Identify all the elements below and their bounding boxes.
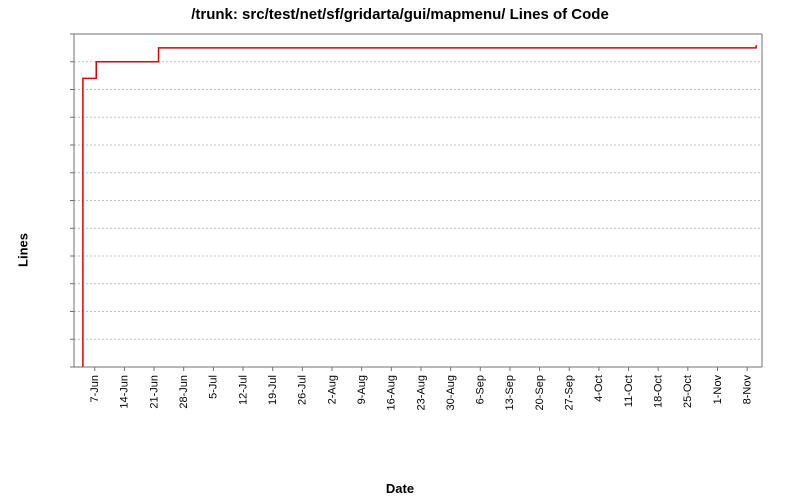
x-tick-label: 19-Jul bbox=[267, 375, 279, 405]
x-tick-label: 30-Aug bbox=[445, 375, 457, 410]
x-tick-label: 11-Oct bbox=[623, 375, 635, 407]
x-tick-label: 4-Oct bbox=[593, 375, 605, 402]
chart-title: /trunk: src/test/net/sf/gridarta/gui/map… bbox=[0, 6, 800, 23]
x-tick-label: 8-Nov bbox=[741, 375, 753, 405]
x-tick-label: 28-Jun bbox=[178, 375, 190, 409]
x-axis-label: Date bbox=[0, 481, 800, 496]
x-tick-label: 27-Sep bbox=[564, 375, 576, 410]
plot-area: 01020304050607080901001101207-Jun14-Jun2… bbox=[70, 30, 780, 425]
x-tick-label: 20-Sep bbox=[534, 375, 546, 410]
y-axis-label: Lines bbox=[15, 233, 30, 267]
x-tick-label: 6-Sep bbox=[475, 375, 487, 404]
x-tick-label: 18-Oct bbox=[653, 375, 665, 408]
x-tick-label: 13-Sep bbox=[504, 375, 516, 410]
x-tick-label: 25-Oct bbox=[682, 375, 694, 408]
x-tick-label: 5-Jul bbox=[208, 375, 220, 399]
data-series bbox=[83, 45, 756, 367]
x-tick-label: 12-Jul bbox=[237, 375, 249, 405]
chart-container: /trunk: src/test/net/sf/gridarta/gui/map… bbox=[0, 0, 800, 500]
x-tick-label: 7-Jun bbox=[89, 375, 101, 403]
x-tick-label: 21-Jun bbox=[148, 375, 160, 409]
x-tick-label: 16-Aug bbox=[386, 375, 398, 410]
x-tick-label: 23-Aug bbox=[415, 375, 427, 410]
x-tick-label: 26-Jul bbox=[297, 375, 309, 405]
x-tick-label: 14-Jun bbox=[119, 375, 131, 409]
x-tick-label: 9-Aug bbox=[356, 375, 368, 404]
chart-svg: 01020304050607080901001101207-Jun14-Jun2… bbox=[70, 30, 780, 425]
x-tick-label: 1-Nov bbox=[712, 375, 724, 405]
x-tick-label: 2-Aug bbox=[326, 375, 338, 404]
